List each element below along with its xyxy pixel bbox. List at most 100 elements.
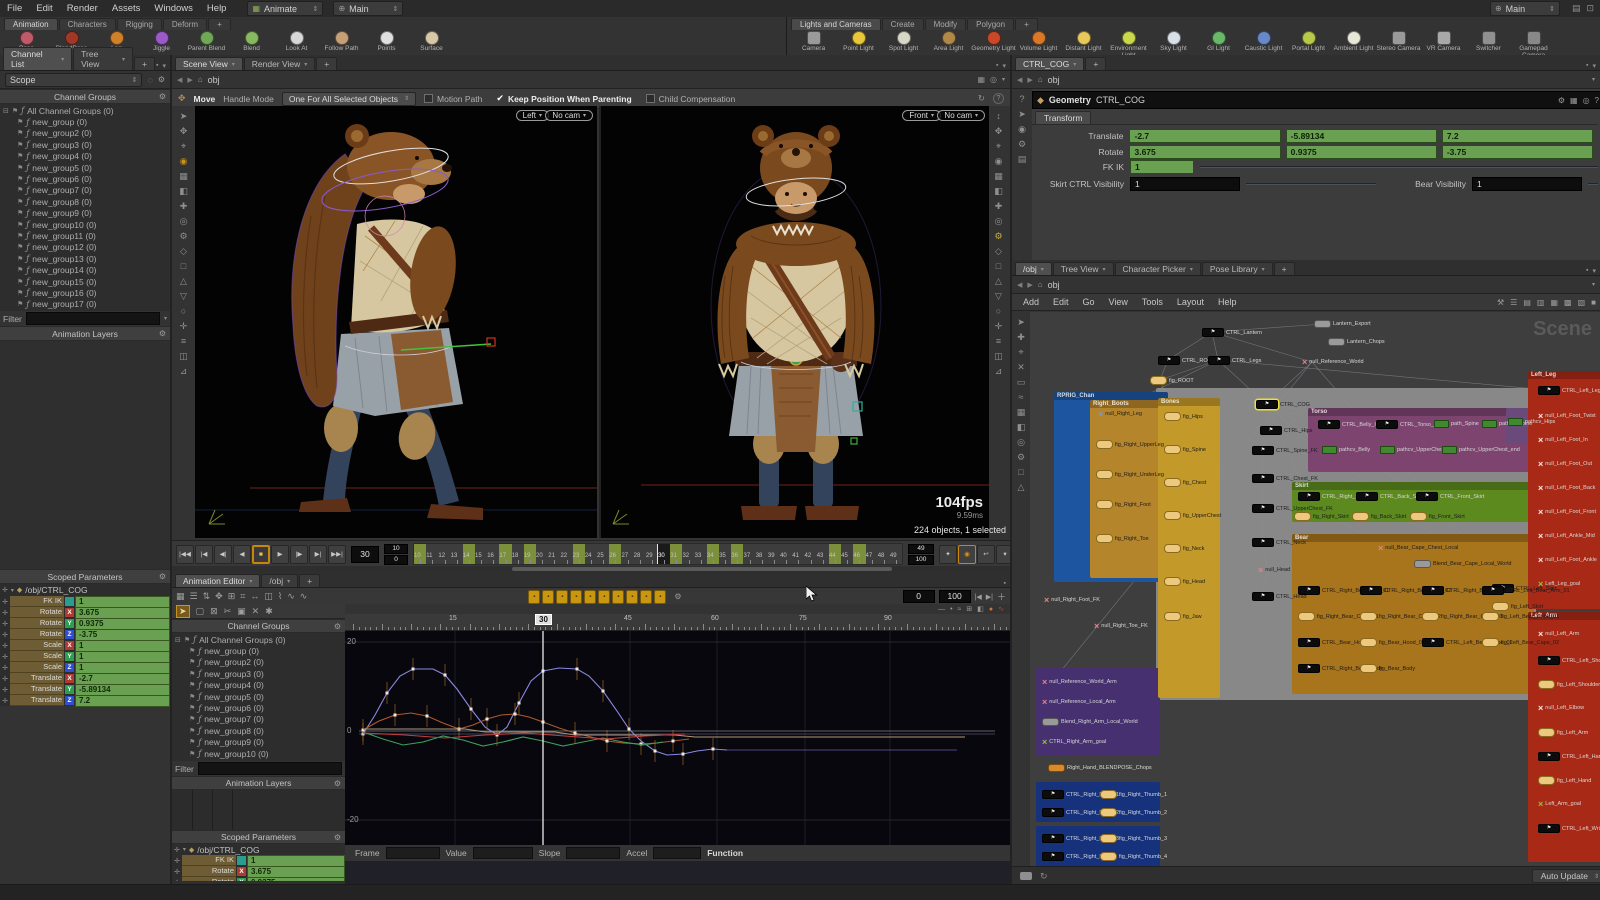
network-tool-icon-6[interactable]: ▦: [1017, 407, 1026, 417]
playbar-right-button-1[interactable]: ◉: [958, 544, 976, 564]
network-node-fig_root[interactable]: fig_ROOT: [1150, 376, 1194, 385]
network-node-ctrl_legs[interactable]: ⚑ CTRL_Legs: [1208, 356, 1261, 365]
ae-tool-4[interactable]: ⊞: [228, 591, 236, 602]
link-icon[interactable]: ◌: [147, 75, 152, 85]
network-node-fig_right_thumb_4[interactable]: fig_Right_Thumb_4: [1100, 852, 1167, 861]
network-node-path_spine[interactable]: path_Spine: [1434, 420, 1479, 428]
display-option-icon-16[interactable]: ◫: [994, 351, 1003, 361]
zoom-box-icon[interactable]: ⊞: [966, 605, 972, 613]
network-node-fig_left_bear_cape_02[interactable]: fig_Left_Bear_Cape_02: [1482, 638, 1559, 647]
scoped-param-row[interactable]: ✛ FK IK 1: [172, 855, 345, 867]
ae-select-5[interactable]: ✕: [252, 606, 260, 617]
tree-item[interactable]: ⚑ ƒ new_group6 (0): [175, 702, 345, 713]
network-node-null_reference_world_arm[interactable]: × null_Reference_World_Arm: [1042, 678, 1117, 687]
net-menu-tools[interactable]: Tools: [1135, 297, 1170, 307]
shelf-tab-animation[interactable]: Animation: [4, 18, 58, 30]
pin-icon[interactable]: ✛: [0, 598, 10, 606]
gear-icon[interactable]: ⚙: [1558, 96, 1565, 105]
tree-item[interactable]: ⚑ ƒ new_group5 (0): [3, 162, 170, 173]
viewport-tool-icon-10[interactable]: □: [181, 261, 186, 271]
frame-48[interactable]: 48: [878, 544, 890, 564]
pane-maximize-icon[interactable]: ▪: [1004, 580, 1006, 587]
display-option-icon-4[interactable]: ▦: [994, 171, 1003, 181]
gear-icon[interactable]: ⚙: [334, 833, 341, 842]
frame-23[interactable]: 23: [572, 544, 585, 564]
param-path[interactable]: obj: [1048, 75, 1060, 85]
skirt-visibility-field[interactable]: 1: [1130, 176, 1240, 191]
net-menu-layout[interactable]: Layout: [1170, 297, 1211, 307]
net-menubar-icon-5[interactable]: ▩: [1564, 298, 1572, 307]
frame-17[interactable]: 17: [499, 544, 512, 564]
frame-37[interactable]: 37: [743, 544, 755, 564]
network-node-ctrl_front_skirt[interactable]: ⚑ CTRL_Front_Skirt: [1416, 492, 1484, 501]
network-node-null_left_elbow[interactable]: × null_Left_Elbow: [1538, 704, 1584, 713]
gear-icon[interactable]: ⚙: [159, 572, 166, 581]
pin-icon[interactable]: ✛: [0, 675, 10, 683]
network-node-null_reference_world[interactable]: × null_Reference_World: [1302, 358, 1364, 367]
frame-10[interactable]: 10: [414, 544, 427, 564]
graph-range-start[interactable]: 0: [902, 590, 935, 603]
network-node-fig_neck[interactable]: fig_Neck: [1164, 544, 1204, 553]
network-node-fig_right_thumb_1[interactable]: fig_Right_Thumb_1: [1100, 790, 1167, 799]
shelf-tab--[interactable]: +: [208, 18, 231, 30]
display-option-icon-6[interactable]: ✚: [995, 201, 1003, 211]
ae-select-6[interactable]: ✱: [265, 606, 273, 617]
tab-channel-list[interactable]: Channel List ▾: [3, 47, 73, 70]
tab-obj[interactable]: /obj ▾: [261, 574, 299, 587]
tab-add[interactable]: +: [134, 57, 155, 70]
scoped-param-row[interactable]: ✛ Rotate X 3.675: [0, 606, 170, 619]
viewport-tool-icon-1[interactable]: ✥: [180, 126, 188, 136]
tree-item[interactable]: ⚑ ƒ new_group13 (0): [3, 253, 170, 264]
global-end-field[interactable]: 100: [908, 554, 934, 565]
value-input[interactable]: [472, 847, 533, 859]
shelf-tool-look-at[interactable]: Look At: [274, 30, 319, 53]
network-node-fig_bear_hood_01[interactable]: fig_Bear_Hood_01: [1360, 638, 1425, 647]
network-node-lantern_chops[interactable]: Lantern_Chops: [1328, 338, 1385, 346]
network-node-fig_right_toe[interactable]: fig_Right_Toe: [1096, 534, 1149, 543]
network-tool-icon-3[interactable]: ✕: [1017, 362, 1025, 372]
frame-all-icon[interactable]: ◧: [977, 605, 984, 613]
tree-item[interactable]: ⚑ ƒ new_group3 (0): [3, 139, 170, 150]
frame-input[interactable]: [385, 847, 440, 859]
range-start-field[interactable]: 10: [384, 543, 408, 554]
param-tool-icon-4[interactable]: ▤: [1018, 154, 1027, 164]
param-tool-icon-0[interactable]: ?: [1019, 94, 1024, 104]
playbar-button-4[interactable]: ■: [252, 544, 270, 564]
network-node-blend_bear_cape_local_world[interactable]: Blend_Bear_Cape_Local_World: [1414, 560, 1511, 568]
frame-32[interactable]: 32: [682, 544, 694, 564]
frame-30[interactable]: 30: [657, 544, 672, 564]
timeline-ruler[interactable]: 10 11 12 13 14 15 16 17 18 19 20 21 22 23 24 25 26 27 28 29…: [413, 543, 903, 565]
playbar-button-2[interactable]: ◀|: [214, 544, 232, 564]
shelf-tool-parent-blend[interactable]: Parent Blend: [184, 30, 229, 53]
network-node-lantern_export[interactable]: Lantern_Export: [1314, 320, 1371, 328]
tab-add[interactable]: +: [316, 57, 338, 70]
ae-tool-8[interactable]: ⌇: [278, 591, 282, 602]
scope-dropdown[interactable]: Scope ⇕: [5, 72, 143, 87]
network-node-ctrl_belly_ik[interactable]: ⚑ CTRL_Belly_IK: [1318, 420, 1380, 429]
scoped-path[interactable]: /obj/CTRL_COG: [25, 585, 87, 595]
network-node-fig_left_bear_cape_01[interactable]: fig_Left_Bear_Cape_01: [1482, 612, 1559, 621]
ae-tool-1[interactable]: ☰: [190, 591, 198, 602]
network-node-right_hand_blendpose_chops[interactable]: Right_Hand_BLENDPOSE_Chops: [1048, 764, 1152, 772]
node-name-field[interactable]: CTRL_COG: [1096, 95, 1145, 105]
pin-icon[interactable]: ✛: [0, 642, 10, 650]
pane-menu-icon[interactable]: ▾: [162, 62, 166, 70]
net-menubar-icon-7[interactable]: ■: [1591, 298, 1596, 307]
network-node-ctrl_cog[interactable]: ⚑ CTRL_COG: [1256, 400, 1310, 409]
tree-item[interactable]: ⚑ ƒ new_group2 (0): [3, 128, 170, 139]
network-node-ctrl_root[interactable]: ⚑ CTRL_ROOT: [1158, 356, 1215, 365]
viewport-tool-icon-6[interactable]: ✚: [180, 201, 188, 211]
tree-item[interactable]: ⚑ ƒ new_group15 (0): [3, 276, 170, 287]
pane-menu-icon[interactable]: ▾: [1592, 62, 1596, 70]
ae-tool-10[interactable]: ∿: [300, 591, 308, 602]
gear-icon[interactable]: ⚙: [158, 75, 165, 84]
main-take-selector-right[interactable]: ⊕ Main ⇕: [1489, 1, 1560, 16]
playbar-button-0[interactable]: |◀◀: [176, 544, 194, 564]
pane-maximize-icon[interactable]: ▪: [1586, 267, 1588, 275]
net-menubar-icon-4[interactable]: ▦: [1550, 298, 1558, 307]
tree-item[interactable]: ⚑ ƒ new_group8 (0): [175, 725, 345, 736]
dropdown-icon[interactable]: ▾: [1592, 281, 1595, 288]
network-node-ctrl_left_hand[interactable]: ⚑CTRL_Left_Hand: [1538, 752, 1600, 761]
pane-maximize-icon[interactable]: ▪: [996, 62, 998, 70]
network-node-ctrl_left_wrist[interactable]: ⚑ CTRL_Left_Wrist: [1538, 824, 1600, 833]
